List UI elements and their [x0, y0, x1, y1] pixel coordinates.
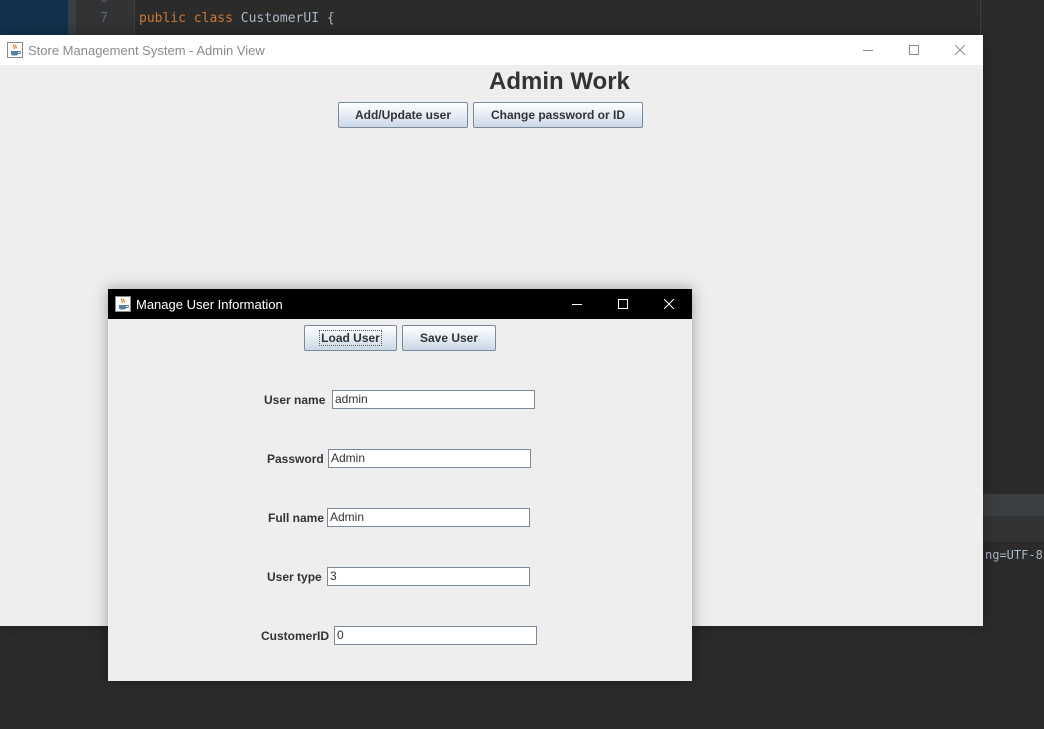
minimize-button[interactable]: [554, 289, 600, 319]
load-user-button[interactable]: Load User: [304, 325, 397, 351]
manage-user-dialog: Manage User Information Load User Save U…: [108, 289, 692, 681]
change-password-label: Change password or ID: [490, 108, 626, 122]
code-text: CustomerUI {: [232, 11, 335, 26]
add-update-user-button[interactable]: Add/Update user: [338, 102, 468, 128]
maximize-button[interactable]: [891, 35, 937, 65]
minimize-icon: [572, 304, 582, 305]
ide-line-number: 7: [100, 11, 108, 26]
load-user-label: Load User: [319, 330, 382, 346]
ide-project-sidebar: [0, 0, 68, 36]
customerid-field[interactable]: 0: [334, 626, 537, 645]
dialog-titlebar[interactable]: Manage User Information: [108, 289, 692, 319]
ide-tool-window-bar: [983, 516, 1044, 542]
change-password-button[interactable]: Change password or ID: [473, 102, 643, 128]
close-icon: [664, 299, 674, 309]
ide-right-panel: [980, 0, 1044, 36]
maximize-icon: [909, 45, 919, 55]
ide-tool-window-header: [983, 494, 1044, 516]
ide-console-text: ng=UTF-8: [985, 548, 1043, 562]
ide-sidebar-edge: [68, 0, 76, 36]
admin-work-heading: Admin Work: [489, 68, 630, 95]
maximize-button[interactable]: [600, 289, 646, 319]
close-icon: [955, 45, 965, 55]
admin-window-titlebar[interactable]: Store Management System - Admin View: [0, 35, 983, 65]
maximize-icon: [618, 299, 628, 309]
fullname-field[interactable]: Admin: [327, 508, 530, 527]
password-label: Password: [267, 452, 324, 466]
ide-code-line[interactable]: public class CustomerUI {: [139, 11, 335, 26]
fullname-label: Full name: [268, 511, 325, 525]
add-update-user-label: Add/Update user: [354, 108, 451, 122]
username-label: User name: [264, 393, 326, 407]
password-field[interactable]: Admin: [328, 449, 531, 468]
save-user-button[interactable]: Save User: [402, 325, 496, 351]
save-user-label: Save User: [419, 331, 479, 345]
admin-window-title: Store Management System - Admin View: [28, 42, 265, 58]
close-button[interactable]: [646, 289, 692, 319]
minimize-button[interactable]: [845, 35, 891, 65]
dialog-window-controls: [554, 289, 692, 319]
java-coffee-cup-icon: [7, 42, 23, 58]
java-coffee-cup-icon: [115, 296, 131, 312]
code-keyword: class: [193, 11, 233, 26]
username-field[interactable]: admin: [332, 390, 535, 409]
ide-line-number: 6: [88, 0, 108, 6]
usertype-field[interactable]: 3: [327, 567, 530, 586]
dialog-title: Manage User Information: [136, 296, 283, 312]
usertype-label: User type: [267, 570, 322, 584]
code-keyword: public: [139, 11, 186, 26]
minimize-icon: [863, 50, 873, 51]
customerid-label: CustomerID: [261, 629, 330, 643]
admin-window-controls: [845, 35, 983, 65]
close-button[interactable]: [937, 35, 983, 65]
